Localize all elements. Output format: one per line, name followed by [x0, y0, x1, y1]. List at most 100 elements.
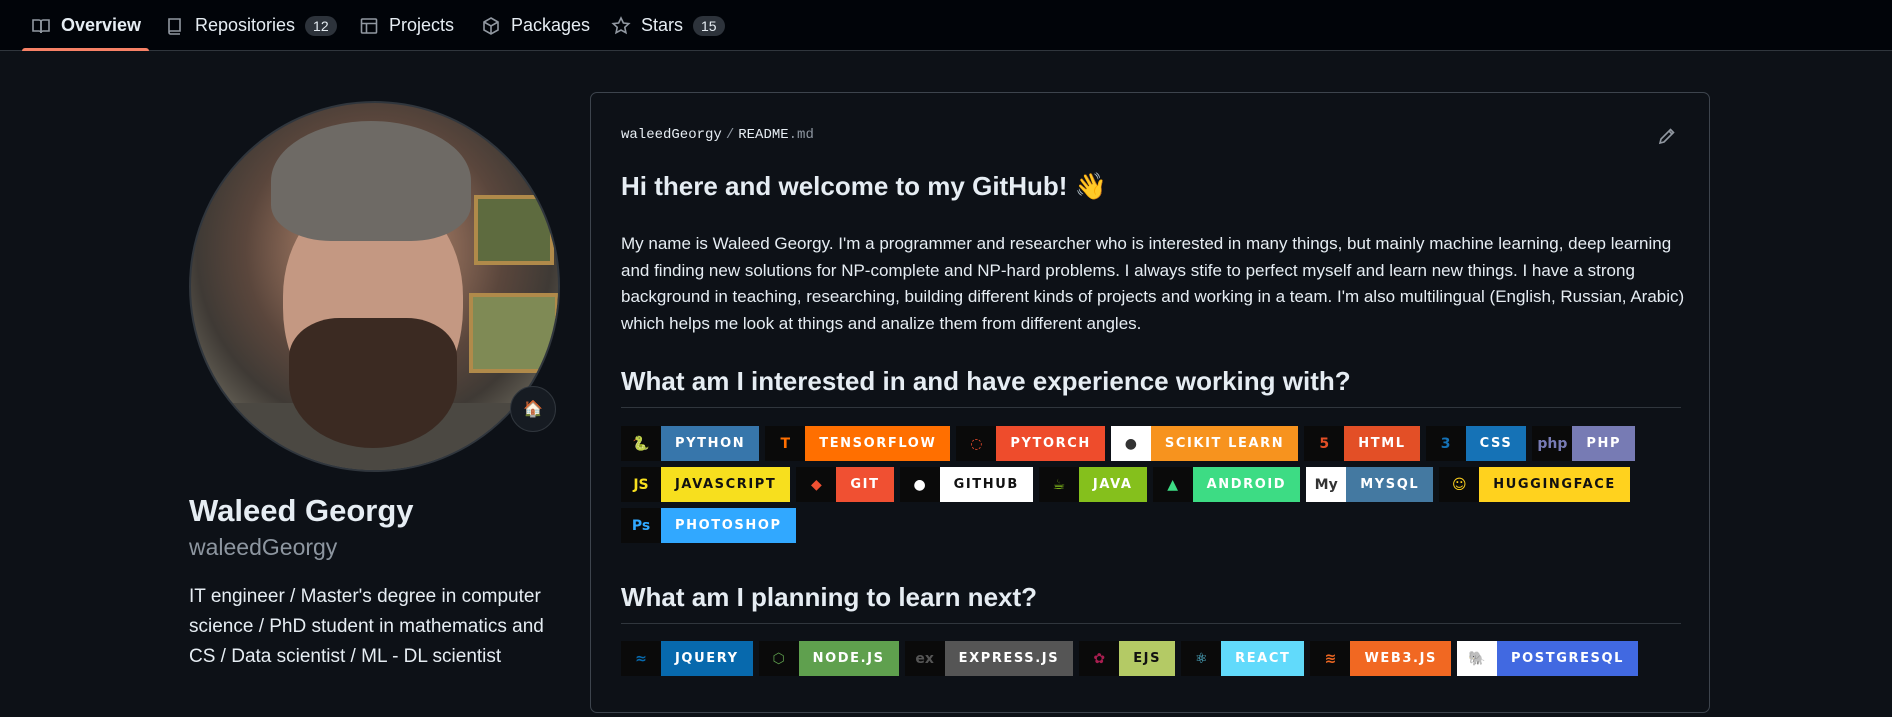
tab-repositories[interactable]: Repositories 12 [164, 0, 337, 51]
huggingface-logo-icon: ☺ [1439, 467, 1480, 502]
java-logo-icon: ☕ [1038, 467, 1079, 502]
readme-card: waleedGeorgy / README.md Hi there and welc… [590, 92, 1710, 713]
badge-tensorflow[interactable]: T TENSORFLOW [765, 426, 951, 461]
badge-label: PHOTOSHOP [661, 508, 796, 543]
learn-next-badges: ≈ JQUERY ⬡ NODE.JS ex EXPRESS.JS ✿ EJS ⚛ REACT ≋ WE… [621, 641, 1691, 676]
git-logo-icon: ◆ [796, 467, 837, 502]
repositories-count: 12 [305, 15, 337, 36]
badge-java[interactable]: ☕ JAVA [1038, 467, 1147, 502]
badge-label: PYTHON [661, 426, 760, 461]
badge-label: GITHUB [939, 467, 1033, 502]
badge-express-js[interactable]: ex EXPRESS.JS [904, 641, 1074, 676]
badge-label: HTML [1344, 426, 1420, 461]
badge-pytorch[interactable]: ◌ PYTORCH [956, 426, 1105, 461]
badge-git[interactable]: ◆ GIT [796, 467, 894, 502]
badge-label: JAVA [1078, 467, 1147, 502]
readme-intro: My name is Waleed Georgy. I'm a programm… [621, 234, 1685, 333]
profile-bio: IT engineer / Master's degree in compute… [189, 586, 544, 667]
tab-projects[interactable]: Projects [358, 0, 454, 51]
tab-label: Overview [61, 15, 142, 35]
badge-label: EXPRESS.JS [944, 641, 1074, 676]
tab-packages[interactable]: Packages [480, 0, 590, 51]
house-icon: 🏠 [523, 401, 543, 418]
tab-overview[interactable]: Overview [22, 0, 150, 51]
package-icon [480, 15, 502, 37]
pencil-icon [1657, 128, 1677, 150]
edit-readme-button[interactable] [1657, 126, 1679, 148]
profile-login: waleedGeorgy [189, 534, 338, 560]
badge-web3-js[interactable]: ≋ WEB3.JS [1310, 641, 1451, 676]
readme-owner-link[interactable]: waleedGeorgy [621, 127, 722, 143]
avatar[interactable] [189, 101, 560, 472]
set-status-button[interactable]: 🏠 [510, 386, 556, 432]
badge-label: MYSQL [1346, 467, 1434, 502]
book-icon [30, 15, 52, 37]
badge-label: JQUERY [661, 641, 753, 676]
tensorflow-logo-icon: T [765, 426, 806, 461]
stars-count: 15 [693, 15, 725, 36]
tab-label: Repositories [195, 15, 296, 35]
mysql-logo-icon: My [1306, 467, 1347, 502]
tab-stars[interactable]: Stars 15 [610, 0, 725, 51]
badge-label: PYTORCH [996, 426, 1105, 461]
readme-file-name[interactable]: README [738, 127, 788, 143]
learn-next-heading: What am I planning to learn next? [621, 582, 1681, 624]
react-logo-icon: ⚛ [1181, 641, 1222, 676]
badge-photoshop[interactable]: Ps PHOTOSHOP [621, 508, 796, 543]
android-logo-icon: ▲ [1152, 467, 1193, 502]
node-js-logo-icon: ⬡ [758, 641, 799, 676]
repo-icon [164, 15, 186, 37]
active-tab-underline [22, 48, 150, 51]
php-logo-icon: php [1532, 426, 1573, 461]
badge-label: PHP [1572, 426, 1636, 461]
badge-label: EJS [1119, 641, 1176, 676]
badge-postgresql[interactable]: 🐘 POSTGRESQL [1456, 641, 1639, 676]
postgresql-logo-icon: 🐘 [1456, 641, 1497, 676]
python-logo-icon: 🐍 [621, 426, 661, 461]
badge-label: JAVASCRIPT [661, 467, 791, 502]
photoshop-logo-icon: Ps [621, 508, 661, 543]
badge-node-js[interactable]: ⬡ NODE.JS [758, 641, 899, 676]
badge-jquery[interactable]: ≈ JQUERY [621, 641, 753, 676]
badge-label: GIT [836, 467, 894, 502]
skills-badges: 🐍 PYTHON T TENSORFLOW ◌ PYTORCH ● SCIKIT LEARN 5… [621, 426, 1691, 543]
badge-github[interactable]: ● GITHUB [899, 467, 1033, 502]
badge-label: REACT [1221, 641, 1305, 676]
scikit-learn-logo-icon: ● [1110, 426, 1151, 461]
badge-javascript[interactable]: JS JAVASCRIPT [621, 467, 791, 502]
badge-ejs[interactable]: ✿ EJS [1079, 641, 1176, 676]
javascript-logo-icon: JS [621, 467, 661, 502]
tab-label: Projects [389, 15, 455, 35]
badge-php[interactable]: php PHP [1532, 426, 1636, 461]
readme-file-ext: .md [788, 127, 814, 143]
badge-label: ANDROID [1192, 467, 1301, 502]
interests-heading: What am I interested in and have experie… [621, 366, 1681, 408]
badge-label: SCIKIT LEARN [1150, 426, 1299, 461]
star-icon [610, 15, 632, 37]
badge-css[interactable]: 3 CSS [1425, 426, 1527, 461]
jquery-logo-icon: ≈ [621, 641, 661, 676]
badge-label: TENSORFLOW [805, 426, 951, 461]
profile-tab-nav: Overview Repositories 12 Projects Packag… [0, 0, 1892, 51]
readme-breadcrumb: waleedGeorgy / README.md [621, 127, 814, 143]
badge-label: POSTGRESQL [1496, 641, 1639, 676]
badge-label: CSS [1465, 426, 1527, 461]
badge-html[interactable]: 5 HTML [1304, 426, 1420, 461]
readme-heading: Hi there and welcome to my GitHub! 👋 [621, 171, 1107, 201]
badge-scikit-learn[interactable]: ● SCIKIT LEARN [1110, 426, 1299, 461]
badge-mysql[interactable]: My MYSQL [1306, 467, 1434, 502]
profile-name: Waleed Georgy [189, 493, 414, 528]
web3-js-logo-icon: ≋ [1310, 641, 1351, 676]
badge-label: HUGGINGFACE [1479, 467, 1630, 502]
badge-python[interactable]: 🐍 PYTHON [621, 426, 760, 461]
html-logo-icon: 5 [1304, 426, 1345, 461]
badge-android[interactable]: ▲ ANDROID [1152, 467, 1301, 502]
badge-react[interactable]: ⚛ REACT [1181, 641, 1305, 676]
badge-label: NODE.JS [798, 641, 899, 676]
badge-huggingface[interactable]: ☺ HUGGINGFACE [1439, 467, 1630, 502]
table-icon [358, 15, 380, 37]
express-js-logo-icon: ex [904, 641, 945, 676]
github-logo-icon: ● [899, 467, 940, 502]
badge-label: WEB3.JS [1350, 641, 1451, 676]
pytorch-logo-icon: ◌ [956, 426, 997, 461]
